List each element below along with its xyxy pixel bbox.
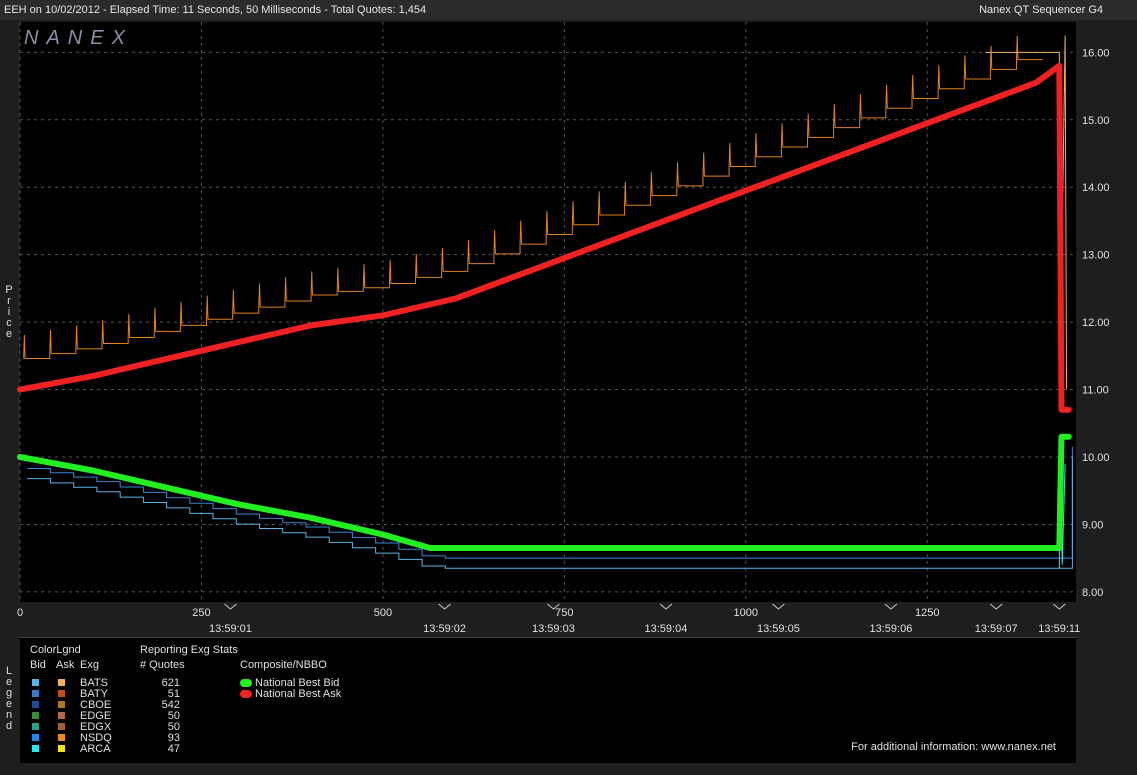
ask-swatch: [58, 745, 65, 752]
colorlgnd-header: ColorLgnd: [30, 644, 81, 656]
bid-swatch: [32, 745, 39, 752]
ask-swatch: [58, 712, 65, 719]
exchange-row: EDGX 50: [20, 721, 190, 733]
time-tick-marker: [438, 603, 451, 610]
ask-swatch: [58, 679, 65, 686]
ask-swatch: [58, 690, 65, 697]
exchange-row: EDGE 50: [20, 710, 190, 722]
ask-swatch: [58, 701, 65, 708]
ask-column-header: Ask: [56, 659, 75, 671]
y-tick-label: 10.00: [1082, 452, 1110, 464]
plot-background: [20, 22, 1076, 602]
chart-canvas: 8.00 9.00 10.00 11.00 12.00 13.00 14.00 15.00 16…: [17, 22, 1110, 635]
time-tick-marker: [772, 603, 785, 610]
time-tick-label: 13:59:01: [209, 623, 252, 635]
legend-vertical-label: L e g e n d: [4, 666, 14, 732]
composite-header: Composite/NBBO: [240, 659, 327, 671]
time-tick-marker: [884, 603, 898, 610]
x-tick-label: 500: [374, 607, 392, 619]
nanex-watermark: NANEX: [24, 27, 133, 49]
time-tick-label: 13:59:02: [423, 623, 466, 635]
composite-ask-label: National Best Ask: [255, 688, 342, 700]
exchange-row: CBOE 542: [20, 699, 190, 711]
time-tick-marker: [659, 603, 673, 610]
legend-panel: ColorLgnd Reporting Exg Stats Bid Ask Ex…: [20, 637, 1076, 763]
quotes-column-header: # Quotes: [140, 659, 185, 671]
exchange-row: BATY 51: [20, 688, 190, 700]
x-tick-label: 1250: [915, 607, 939, 619]
bid-column-header: Bid: [30, 659, 46, 671]
exchange-quotes: 47: [167, 743, 180, 755]
y-tick-label: 16.00: [1082, 47, 1110, 59]
x-tick-label: 0: [17, 607, 23, 619]
y-tick-label: 14.00: [1082, 182, 1110, 194]
exchange-row: NSDQ 93: [20, 732, 190, 744]
time-tick-label: 13:59:11: [1038, 623, 1080, 635]
bid-swatch: [32, 679, 39, 686]
time-tick-label: 13:59:06: [870, 623, 913, 635]
composite-ask-item: National Best Ask: [240, 688, 380, 700]
ask-dot-icon: [240, 690, 252, 698]
exchange-row: ARCA 47: [20, 743, 190, 755]
time-tick-label: 13:59:03: [532, 623, 575, 635]
time-tick-marker: [989, 603, 1003, 610]
x-tick-label: 250: [192, 607, 210, 619]
exchange-name: ARCA: [80, 743, 111, 755]
bid-swatch: [32, 723, 39, 730]
time-tick-label: 13:59:04: [645, 623, 688, 635]
y-tick-label: 12.00: [1082, 317, 1110, 329]
time-tick-marker: [224, 603, 237, 610]
bid-swatch: [32, 690, 39, 697]
time-tick-marker: [1052, 603, 1066, 610]
bid-swatch: [32, 734, 39, 741]
y-tick-label: 8.00: [1082, 587, 1103, 599]
bid-swatch: [32, 712, 39, 719]
reporting-header: Reporting Exg Stats: [140, 644, 238, 656]
ask-swatch: [58, 723, 65, 730]
legend-vertical-label-text: L e g e n d: [5, 665, 13, 732]
bid-swatch: [32, 701, 39, 708]
y-tick-label: 15.00: [1082, 115, 1110, 127]
time-tick-label: 13:59:05: [757, 623, 800, 635]
y-tick-label: 11.00: [1082, 385, 1109, 397]
exchange-row: BATS 621: [20, 677, 190, 689]
bid-dot-icon: [240, 679, 252, 687]
y-tick-label: 13.00: [1082, 250, 1110, 262]
info-link[interactable]: For additional information: www.nanex.ne…: [851, 741, 1056, 753]
ask-swatch: [58, 734, 65, 741]
time-tick-label: 13:59:07: [975, 623, 1018, 635]
x-tick-label: 1000: [734, 607, 758, 619]
x-tick-label: 750: [555, 607, 573, 619]
exg-column-header: Exg: [80, 659, 99, 671]
y-tick-label: 9.00: [1082, 519, 1103, 531]
